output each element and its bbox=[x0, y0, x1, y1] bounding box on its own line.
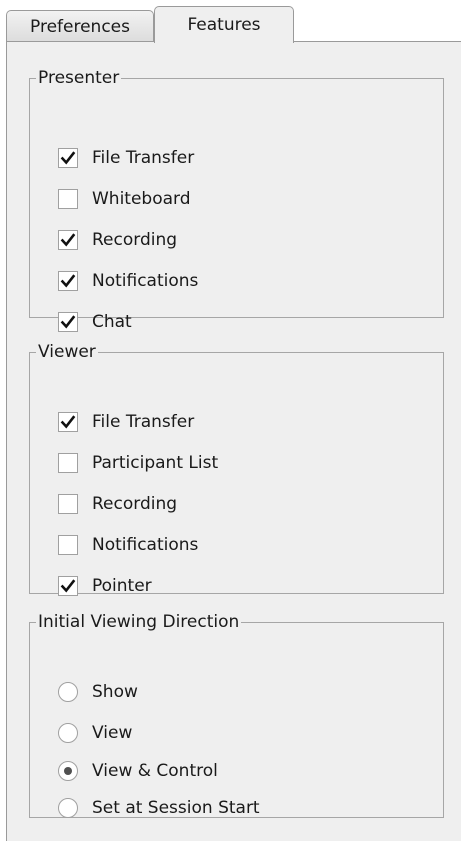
checkbox-label: Recording bbox=[92, 230, 178, 250]
checkbox-label: File Transfer bbox=[92, 148, 195, 168]
check-icon[interactable] bbox=[58, 576, 78, 596]
checkbox-label: Notifications bbox=[92, 535, 199, 555]
check-icon[interactable] bbox=[58, 312, 78, 332]
checkbox-icon[interactable] bbox=[58, 453, 78, 473]
viewer-participant-list-checkbox[interactable]: Participant List bbox=[58, 448, 218, 478]
checkbox-icon[interactable] bbox=[58, 494, 78, 514]
presenter-group: Presenter File Transfer Whiteboard Recor… bbox=[29, 68, 444, 332]
checkbox-icon[interactable] bbox=[58, 189, 78, 209]
check-icon[interactable] bbox=[58, 230, 78, 250]
radio-icon[interactable] bbox=[58, 798, 78, 818]
viewer-group: Viewer File Transfer Participant List Re… bbox=[29, 342, 444, 596]
radio-label: Set at Session Start bbox=[92, 798, 260, 818]
viewer-file-transfer-checkbox[interactable]: File Transfer bbox=[58, 407, 194, 437]
viewing-direction-group: Initial Viewing Direction Show View View… bbox=[29, 612, 444, 818]
viewing-direction-group-title: Initial Viewing Direction bbox=[38, 612, 240, 632]
checkbox-icon[interactable] bbox=[58, 535, 78, 555]
radio-icon[interactable] bbox=[58, 723, 78, 743]
check-icon[interactable] bbox=[58, 412, 78, 432]
radio-label: View bbox=[92, 723, 133, 743]
features-panel: Presenter File Transfer Whiteboard Recor… bbox=[6, 41, 461, 841]
radio-label: Show bbox=[92, 682, 138, 702]
checkbox-label: File Transfer bbox=[92, 412, 195, 432]
checkbox-label: Recording bbox=[92, 494, 178, 514]
direction-view-control-radio[interactable]: View & Control bbox=[58, 756, 218, 786]
checkbox-label: Pointer bbox=[92, 576, 152, 596]
presenter-file-transfer-checkbox[interactable]: File Transfer bbox=[58, 143, 194, 173]
tab-features[interactable]: Features bbox=[154, 6, 294, 43]
direction-session-start-radio[interactable]: Set at Session Start bbox=[58, 793, 260, 823]
checkbox-label: Participant List bbox=[92, 453, 219, 473]
checkbox-label: Notifications bbox=[92, 271, 199, 291]
presenter-recording-checkbox[interactable]: Recording bbox=[58, 225, 177, 255]
direction-show-radio[interactable]: Show bbox=[58, 677, 138, 707]
viewer-notifications-checkbox[interactable]: Notifications bbox=[58, 530, 198, 560]
check-icon[interactable] bbox=[58, 271, 78, 291]
viewer-group-title: Viewer bbox=[38, 342, 96, 362]
presenter-notifications-checkbox[interactable]: Notifications bbox=[58, 266, 198, 296]
viewer-recording-checkbox[interactable]: Recording bbox=[58, 489, 177, 519]
radio-label: View & Control bbox=[92, 761, 218, 781]
presenter-whiteboard-checkbox[interactable]: Whiteboard bbox=[58, 184, 191, 214]
radio-icon[interactable] bbox=[58, 761, 78, 781]
radio-icon[interactable] bbox=[58, 682, 78, 702]
direction-view-radio[interactable]: View bbox=[58, 718, 132, 748]
checkbox-label: Whiteboard bbox=[92, 189, 191, 209]
radio-dot-icon bbox=[64, 767, 72, 775]
viewer-pointer-checkbox[interactable]: Pointer bbox=[58, 571, 152, 601]
check-icon[interactable] bbox=[58, 148, 78, 168]
presenter-chat-checkbox[interactable]: Chat bbox=[58, 307, 132, 337]
tab-bar: Preferences Features bbox=[6, 6, 461, 43]
tab-preferences[interactable]: Preferences bbox=[6, 10, 154, 42]
presenter-group-title: Presenter bbox=[38, 68, 120, 88]
checkbox-label: Chat bbox=[92, 312, 132, 332]
